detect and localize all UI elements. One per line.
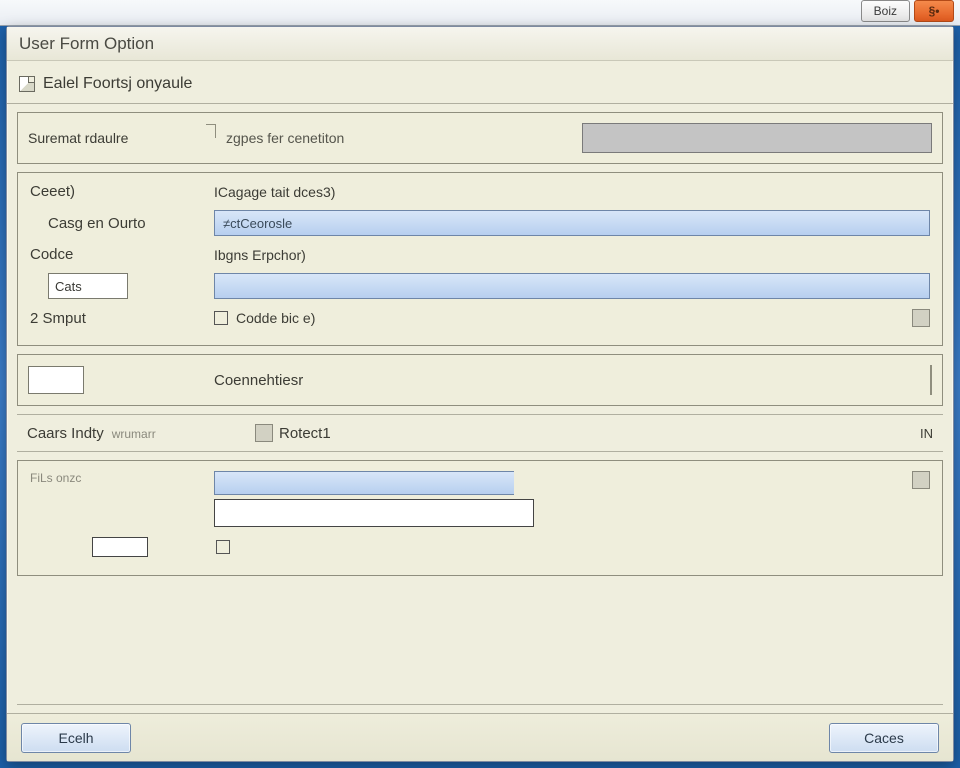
panel-summary: Suremat rdaulre zgpes fer cenetiton bbox=[17, 112, 943, 164]
fils-side-box bbox=[912, 471, 930, 489]
summary-label: Suremat rdaulre bbox=[28, 130, 198, 146]
scroll-stub-icon bbox=[912, 309, 930, 327]
comment-label: Coennehtiesr bbox=[214, 372, 303, 389]
ok-button[interactable]: Ecelh bbox=[21, 723, 131, 753]
page-icon bbox=[19, 76, 35, 92]
status-left-label: Caars Indty bbox=[27, 425, 104, 442]
comment-small-input[interactable] bbox=[28, 366, 84, 394]
field-label-casg: Casg en Ourto bbox=[30, 215, 200, 232]
fils-label: FiLs onzc bbox=[30, 471, 200, 485]
small-input-left[interactable] bbox=[92, 537, 148, 557]
dialog-window: User Form Option Ealel Foortsj onyaule S… bbox=[6, 26, 954, 762]
tab-notch bbox=[206, 124, 216, 138]
bottom-checkbox[interactable] bbox=[216, 540, 230, 554]
summary-disabled-field bbox=[582, 123, 932, 153]
summary-hint: zgpes fer cenetiton bbox=[226, 130, 344, 146]
panel-bottom-fields: FiLs onzc bbox=[17, 460, 943, 576]
dialog-footer: Ecelh Caces bbox=[7, 713, 953, 761]
cancel-button[interactable]: Caces bbox=[829, 723, 939, 753]
os-titlebar: Boiz §• bbox=[0, 0, 960, 26]
casg-input-value: ≠ctCeorosle bbox=[223, 216, 292, 231]
minimize-button[interactable]: Boiz bbox=[861, 0, 910, 22]
window-title-bar: User Form Option bbox=[7, 27, 953, 61]
ibgns-input[interactable] bbox=[214, 273, 930, 299]
panel-main-fields: Ceeet) ICagage tait dces3) Casg en Ourto… bbox=[17, 172, 943, 346]
subtitle-row: Ealel Foortsj onyaule bbox=[7, 61, 953, 104]
field-label-smput: 2 Smput bbox=[30, 310, 200, 327]
form-body: Suremat rdaulre zgpes fer cenetiton Ceee… bbox=[7, 104, 953, 713]
cats-input-value: Cats bbox=[55, 279, 82, 294]
field-sublabel-codde: Codde bic e) bbox=[236, 310, 315, 326]
fils-progress bbox=[214, 471, 514, 495]
close-button[interactable]: §• bbox=[914, 0, 954, 22]
field-label-codce: Codce bbox=[30, 246, 200, 263]
window-title: User Form Option bbox=[19, 34, 154, 54]
subtitle-text: Ealel Foortsj onyaule bbox=[43, 75, 192, 93]
panel-status-row: Caars Indty wrumarr Rotect1 IN bbox=[17, 414, 943, 452]
divider-icon bbox=[930, 365, 932, 395]
status-mid-label: Rotect1 bbox=[279, 425, 331, 442]
rotect-icon bbox=[255, 424, 273, 442]
panel-comment: Coennehtiesr bbox=[17, 354, 943, 406]
field-sublabel-ibgns: Ibgns Erpchor) bbox=[214, 247, 306, 263]
cats-input[interactable]: Cats bbox=[48, 273, 128, 299]
status-right-label: IN bbox=[920, 426, 933, 441]
codde-checkbox[interactable] bbox=[214, 311, 228, 325]
fils-input[interactable] bbox=[214, 499, 534, 527]
footer-divider bbox=[17, 704, 943, 705]
field-label-ceeet: Ceeet) bbox=[30, 183, 200, 200]
field-sublabel-cagage: ICagage tait dces3) bbox=[214, 184, 335, 200]
status-left-sub: wrumarr bbox=[112, 427, 156, 441]
casg-input[interactable]: ≠ctCeorosle bbox=[214, 210, 930, 236]
